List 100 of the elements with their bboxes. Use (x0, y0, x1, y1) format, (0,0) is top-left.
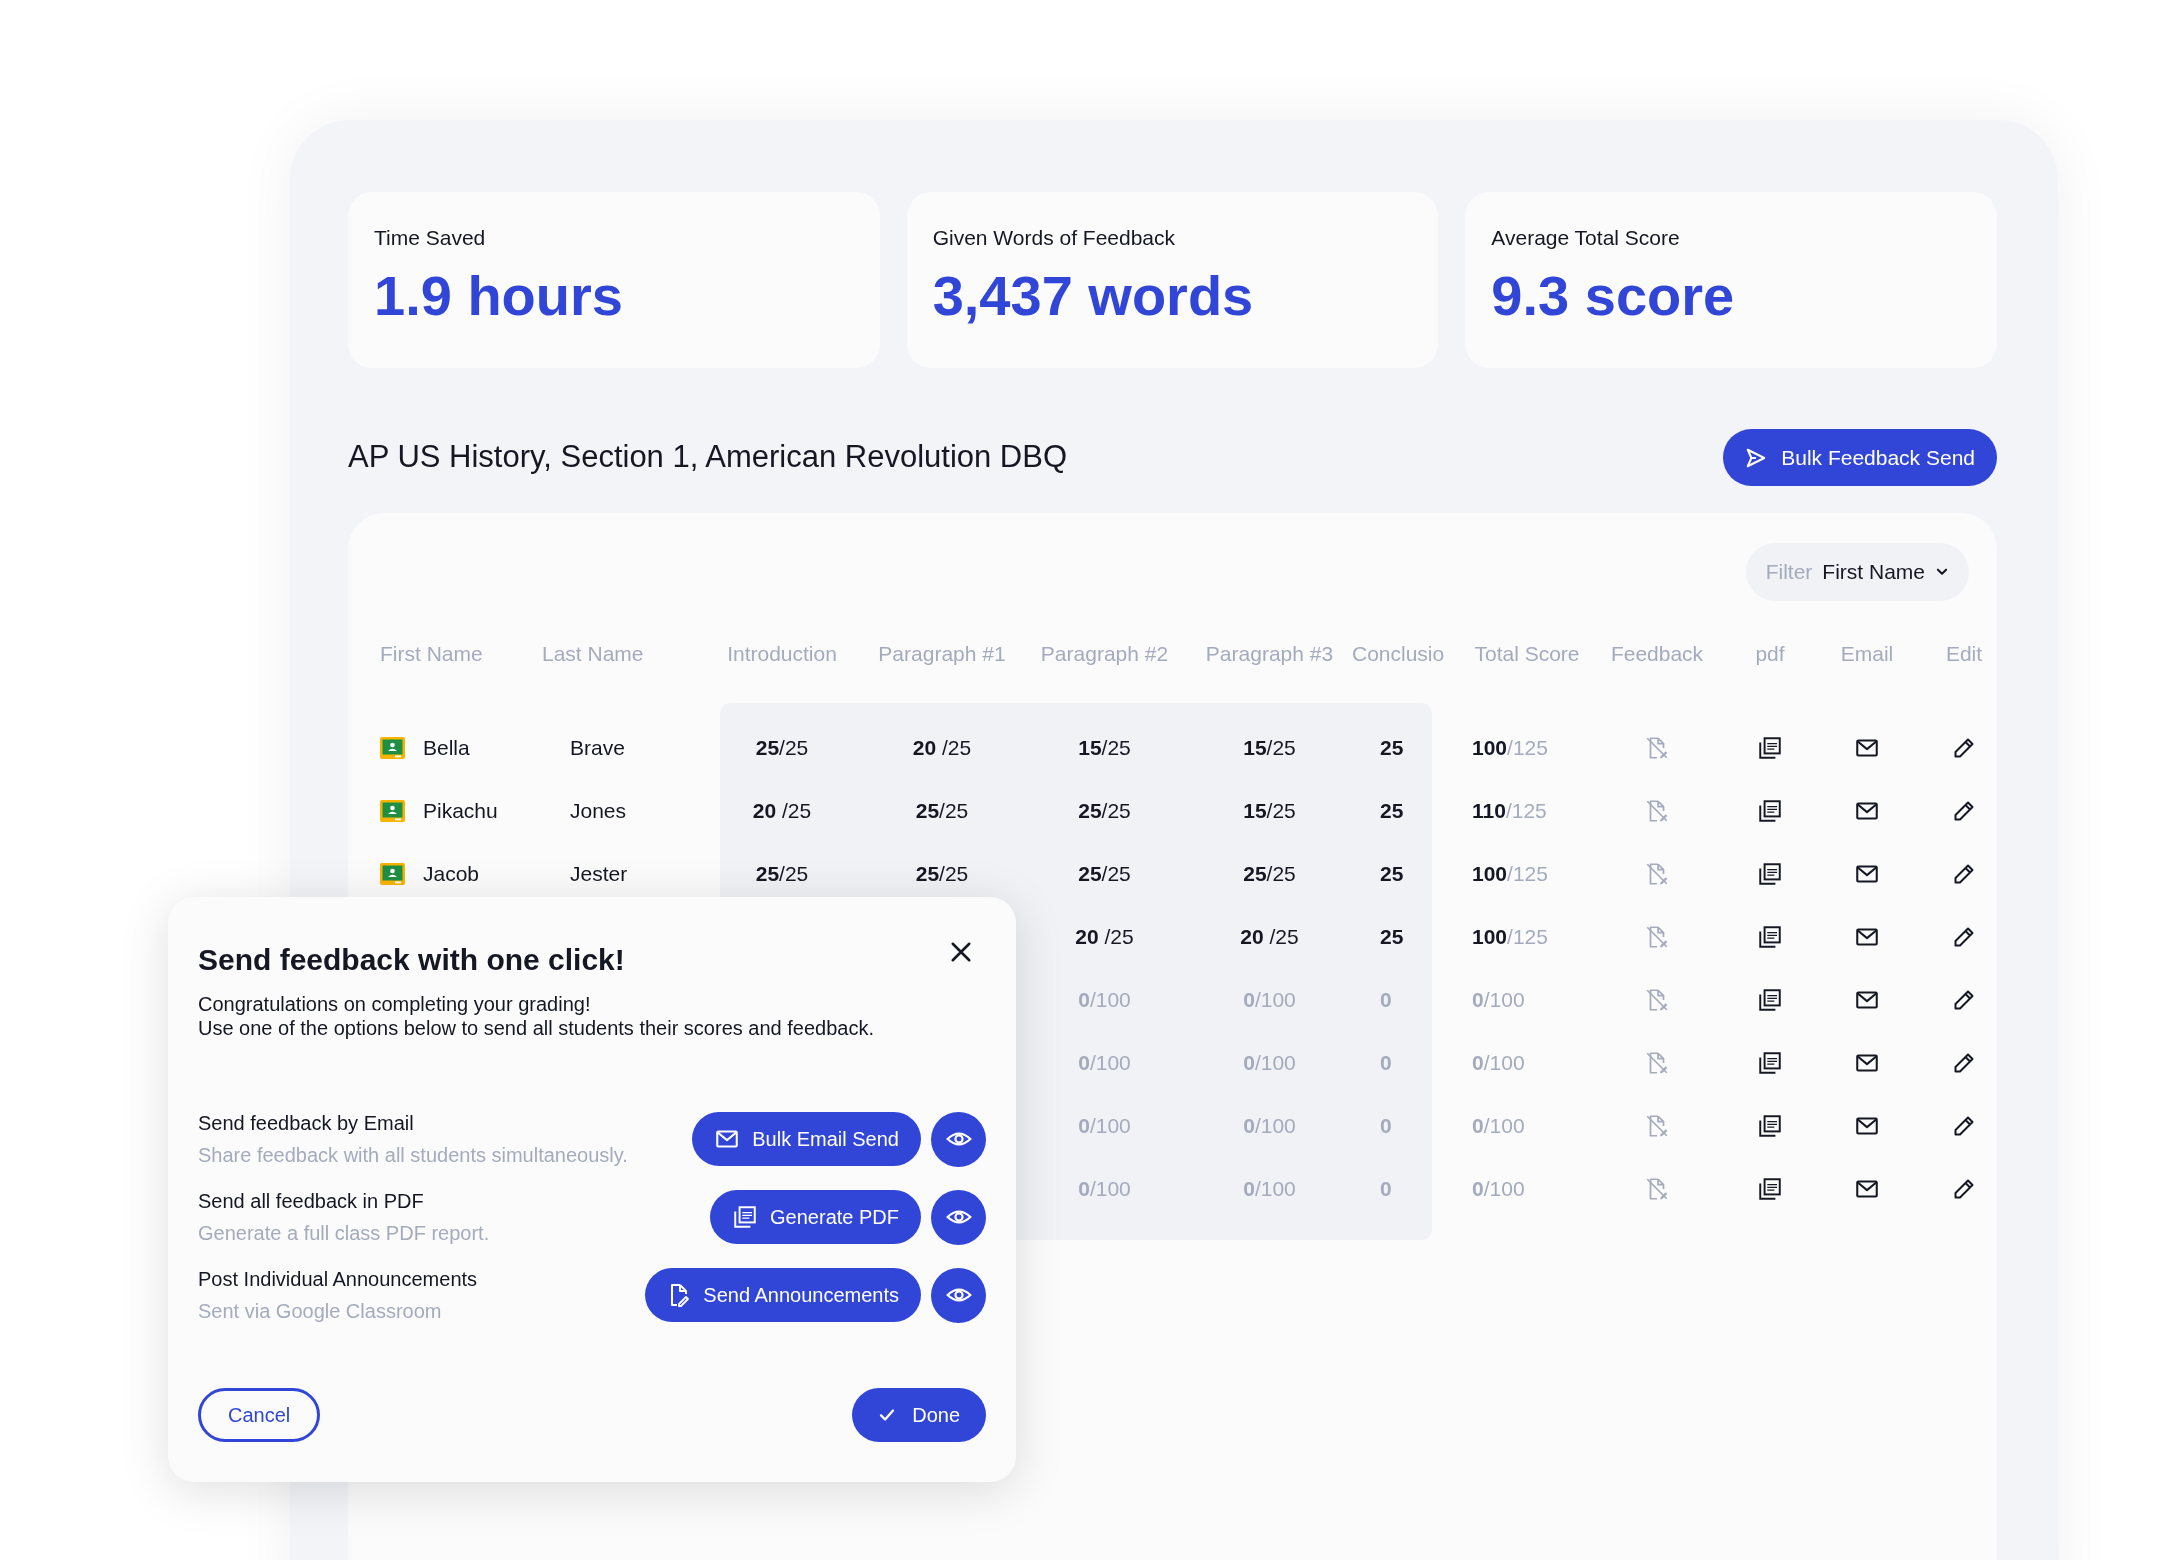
option-title: Send feedback by Email (198, 1111, 415, 1136)
score: 0 (1380, 1050, 1392, 1074)
score: 25/25 (1243, 861, 1296, 885)
score: 25 (1380, 924, 1404, 948)
send-icon (1745, 446, 1768, 469)
total-score: 100/125 (1472, 924, 1548, 948)
option-description: Sent via Google Classroom (198, 1299, 443, 1324)
option-description: Share feedback with all students simultaneously. (198, 1143, 628, 1168)
score: 25 (1380, 735, 1404, 759)
assignment-title: AP US History, Section 1, American Revolution DBQ (348, 438, 1068, 477)
preview-button[interactable] (931, 1111, 986, 1167)
file-edit-icon (1644, 1049, 1670, 1076)
total-score: 0/100 (1472, 987, 1525, 1011)
option-description: Generate a full class PDF report. (198, 1221, 490, 1246)
pdf-button[interactable] (1757, 986, 1783, 1013)
classroom-icon (380, 736, 405, 759)
score: 25/25 (1078, 798, 1131, 822)
column-header[interactable]: Last Name (542, 638, 644, 670)
pdf-button[interactable] (1757, 923, 1783, 950)
classroom-icon (380, 862, 405, 885)
file-edit-icon (1644, 734, 1670, 761)
student-first-name: Bella (423, 734, 470, 761)
column-header[interactable]: Paragraph #2 (1040, 638, 1169, 670)
file-edit-icon (1644, 860, 1670, 887)
score: 25/25 (755, 735, 809, 759)
column-header[interactable]: Conclusio (1352, 638, 1445, 670)
pdf-icon (1757, 1175, 1783, 1202)
dialog-message: Congratulations on completing your grading! (198, 992, 592, 1016)
column-header[interactable]: Paragraph #3 (1205, 638, 1334, 670)
dialog-message: Use one of the options below to send all students their scores and feedback. (198, 1016, 875, 1040)
pdf-icon (1757, 986, 1783, 1013)
dialog-title: Send feedback with one click! (198, 942, 625, 978)
total-score: 100/125 (1472, 735, 1548, 759)
option-button[interactable]: Bulk Email Send (692, 1112, 921, 1166)
student-first-name: Pikachu (423, 797, 498, 824)
score: 25/25 (915, 798, 969, 822)
filter-dropdown[interactable]: Filter First Name (1745, 543, 1969, 601)
file-edit-icon (1644, 986, 1670, 1013)
pdf-button[interactable] (1757, 734, 1783, 761)
student-last-name: Jones (570, 798, 627, 822)
score: 15/25 (1078, 735, 1131, 759)
pdf-button[interactable] (1757, 1175, 1783, 1202)
score: 15/25 (1243, 735, 1296, 759)
file-edit-icon (1644, 1112, 1670, 1139)
preview-button[interactable] (931, 1189, 986, 1245)
option-title: Post Individual Announcements (198, 1267, 478, 1292)
total-score: 0/100 (1472, 1113, 1525, 1137)
score: 0/100 (1078, 1050, 1131, 1074)
pdf-icon (1757, 923, 1783, 950)
stat-value: 1.9 hours (374, 267, 624, 324)
student-first-name: Jacob (423, 860, 480, 887)
preview-button[interactable] (931, 1267, 986, 1323)
column-header[interactable]: Total Score (1474, 638, 1580, 670)
done-button[interactable]: Done (852, 1388, 986, 1442)
check-icon (878, 1406, 897, 1424)
cancel-button[interactable]: Cancel (198, 1388, 321, 1442)
column-header[interactable]: Feedback (1610, 638, 1704, 670)
filter-label: Filter (1765, 559, 1813, 586)
student-last-name: Jester (570, 861, 628, 885)
score: 25/25 (1078, 861, 1131, 885)
option-button[interactable]: Generate PDF (710, 1190, 921, 1244)
score: 0/100 (1243, 987, 1296, 1011)
stat-label: Given Words of Feedback (932, 225, 1177, 251)
stat-value: 3,437 words (932, 267, 1255, 324)
score: 0 (1380, 1113, 1392, 1137)
column-header[interactable]: First Name (380, 638, 483, 670)
score: 0/100 (1243, 1050, 1296, 1074)
pdf-icon (1757, 1049, 1783, 1076)
score: 0 (1380, 987, 1392, 1011)
option-title: Send all feedback in PDF (198, 1189, 425, 1214)
score: 20 /25 (1075, 924, 1134, 948)
score: 0/100 (1078, 1113, 1131, 1137)
bulk-feedback-send-button[interactable]: Bulk Feedback Send (1723, 429, 1997, 486)
column-header[interactable]: pdf (1755, 638, 1785, 670)
pdf-icon (1757, 797, 1783, 824)
file-edit-icon (1644, 1175, 1670, 1202)
pdf-button[interactable] (1757, 1049, 1783, 1076)
total-score: 0/100 (1472, 1050, 1525, 1074)
score: 0/100 (1078, 987, 1131, 1011)
classroom-icon (380, 799, 405, 822)
total-score: 100/125 (1472, 861, 1548, 885)
column-header[interactable]: Edit (1945, 638, 1983, 670)
pdf-button[interactable] (1757, 1112, 1783, 1139)
pdf-icon (732, 1204, 759, 1230)
score: 0/100 (1078, 1176, 1131, 1200)
stat-value: 9.3 score (1491, 267, 1736, 324)
close-button[interactable] (950, 941, 972, 963)
stat-label: Time Saved (374, 225, 487, 251)
total-score: 110/125 (1472, 798, 1547, 822)
option-button[interactable]: Send Announcements (645, 1268, 921, 1322)
column-header[interactable]: Email (1840, 638, 1894, 670)
pdf-button[interactable] (1757, 797, 1783, 824)
file-edit-icon (1644, 923, 1670, 950)
pdf-icon (1757, 860, 1783, 887)
column-header[interactable]: Paragraph #1 (878, 638, 1006, 670)
pdf-button[interactable] (1757, 860, 1783, 887)
score: 20 /25 (1240, 924, 1299, 948)
column-header[interactable]: Introduction (727, 638, 837, 670)
score: 25 (1380, 861, 1404, 885)
score: 20 /25 (752, 798, 812, 822)
